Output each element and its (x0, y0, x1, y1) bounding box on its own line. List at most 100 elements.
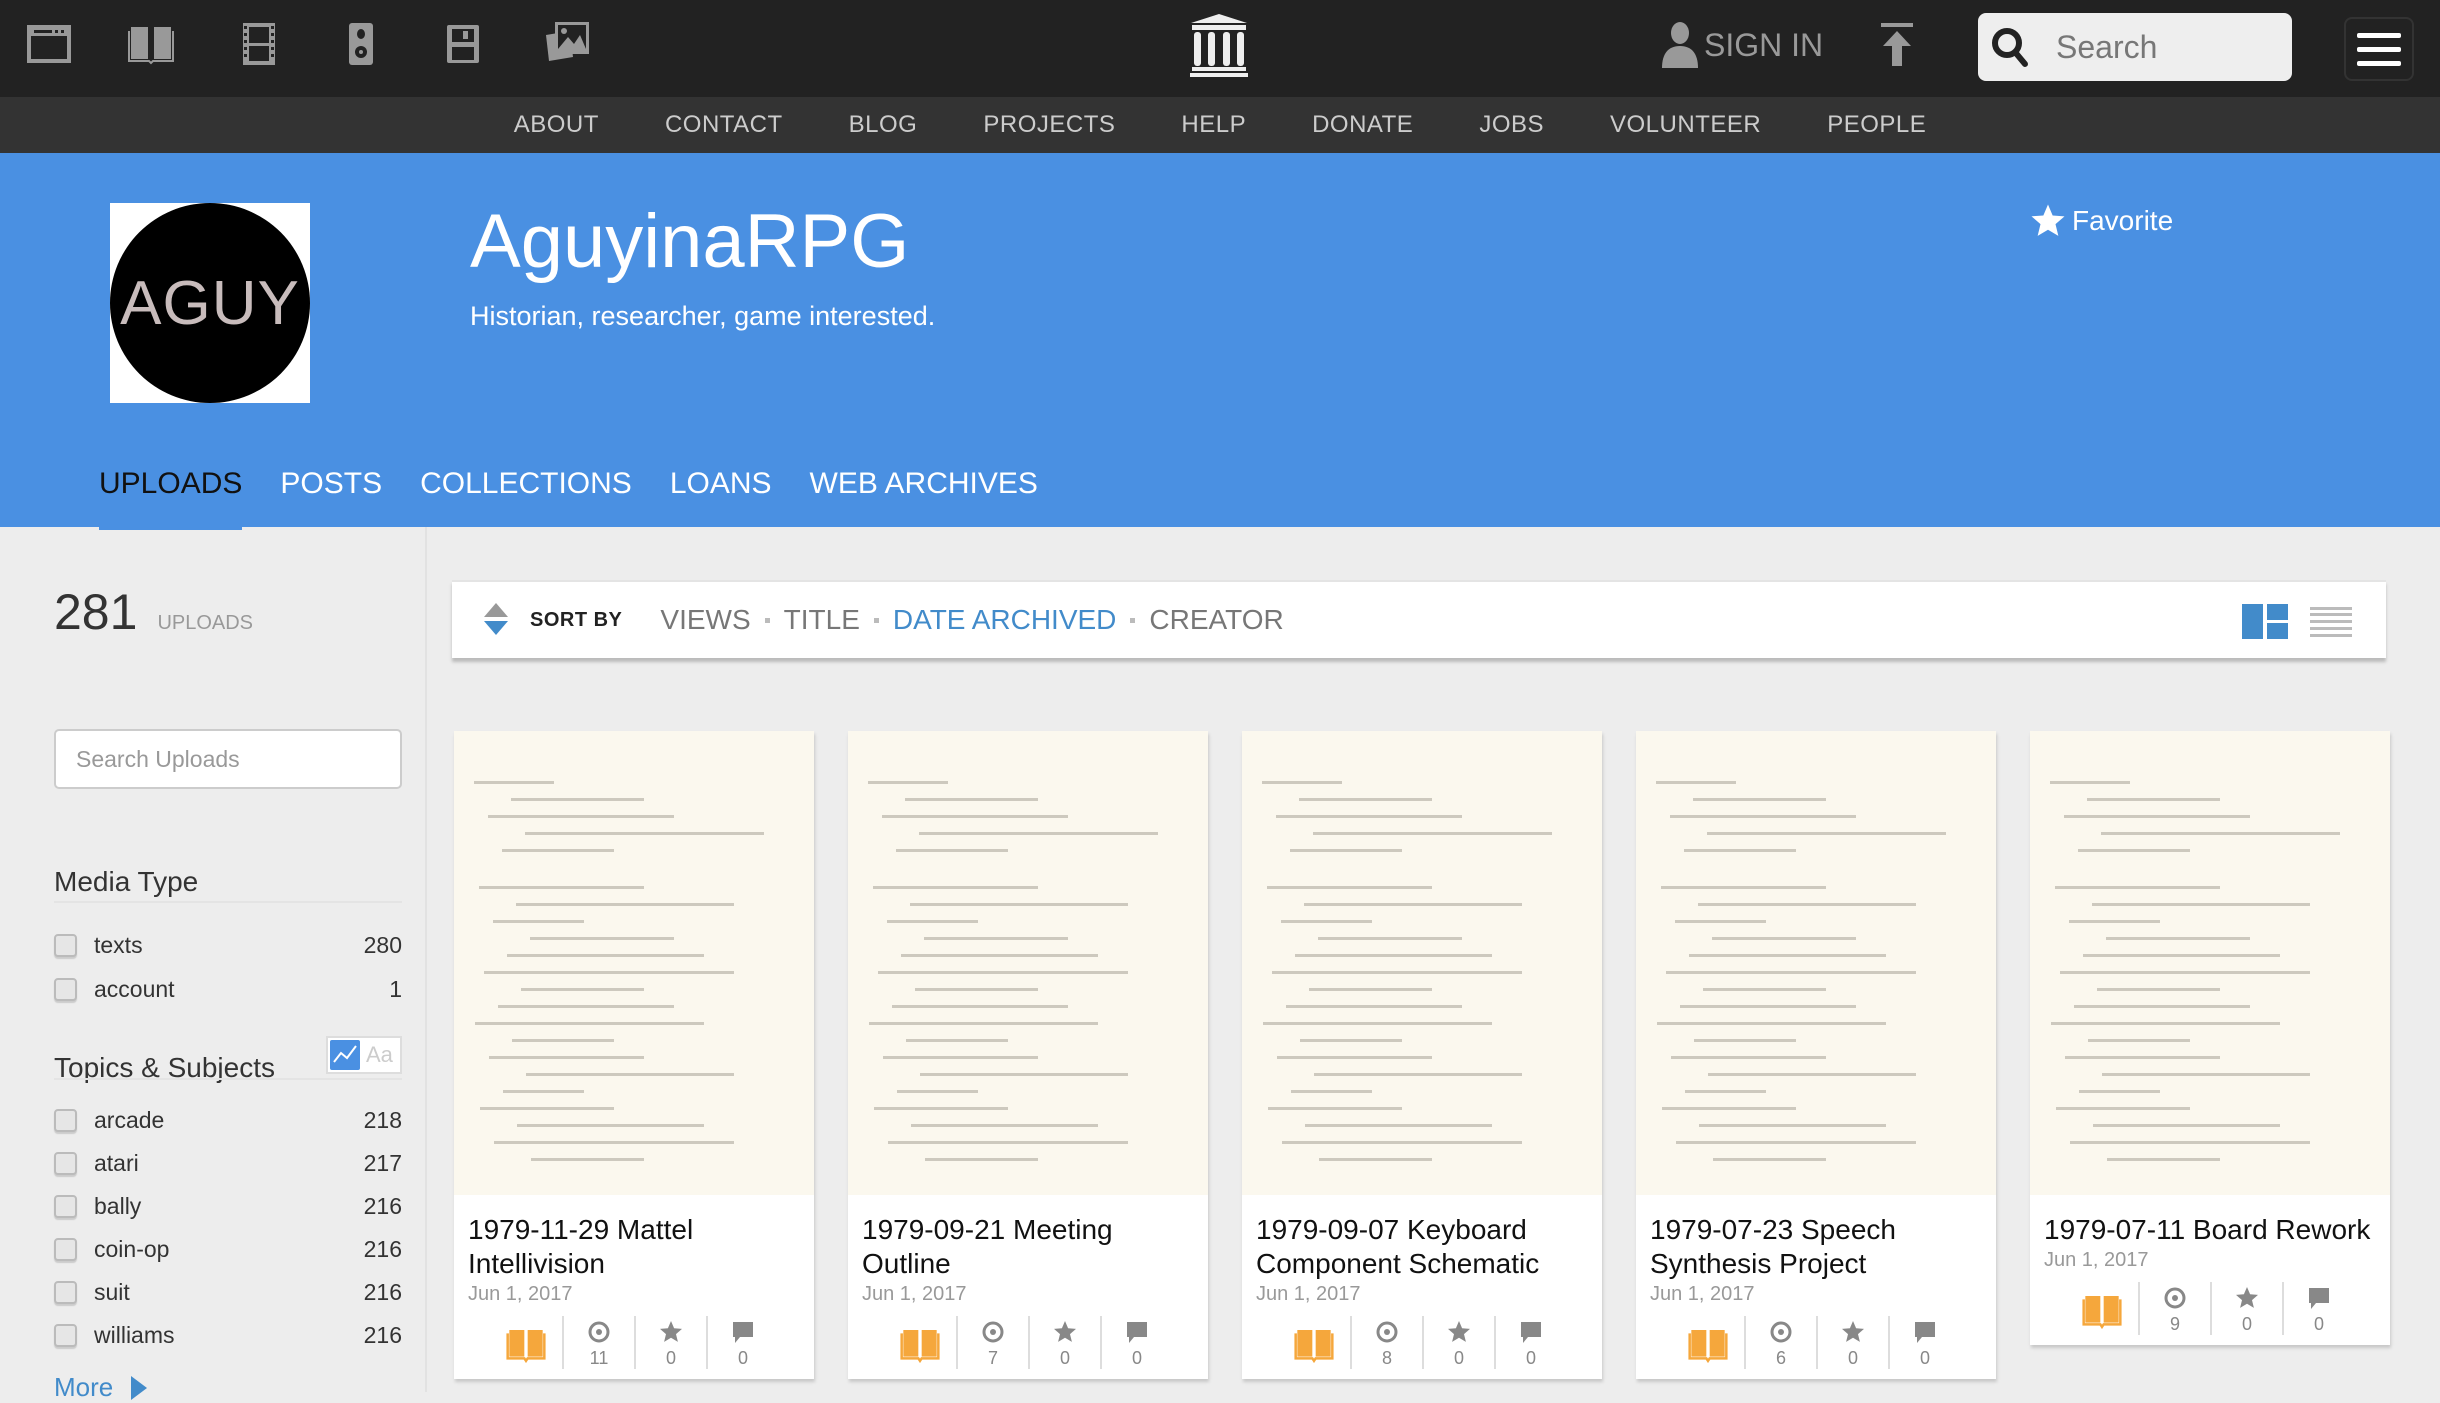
list-view-icon[interactable] (2310, 606, 2352, 637)
document-text-line (2055, 886, 2220, 889)
document-text-line (905, 798, 1038, 801)
hamburger-menu-icon[interactable] (2344, 17, 2414, 81)
sort-views[interactable]: VIEWS (660, 604, 750, 636)
document-text-line (920, 1073, 1128, 1076)
checkbox[interactable] (54, 933, 77, 957)
document-text-line (910, 903, 1128, 906)
archive-logo-icon[interactable] (1190, 14, 1248, 78)
document-text-line (1689, 954, 1886, 957)
site-search-input[interactable]: Search (1978, 13, 2292, 81)
document-text-line (2069, 920, 2160, 923)
star-icon (2236, 1287, 2258, 1308)
nav-help[interactable]: HELP (1181, 111, 1246, 139)
item-title[interactable]: 1979-07-11 Board Rework (2030, 1195, 2390, 1247)
divider (54, 1078, 402, 1080)
more-topics-link[interactable]: More (54, 1372, 148, 1403)
item-thumbnail[interactable] (454, 731, 814, 1195)
item-title[interactable]: 1979-09-21 Meeting Outline (848, 1195, 1208, 1281)
comment-icon (1127, 1322, 1147, 1343)
web-icon[interactable] (24, 18, 74, 68)
item-card[interactable]: 1979-07-11 Board Rework Jun 1, 2017 9 0 … (2030, 731, 2390, 1345)
tab-collections[interactable]: COLLECTIONS (401, 453, 651, 527)
comment-icon (1521, 1322, 1541, 1343)
item-date: Jun 1, 2017 (468, 1283, 573, 1305)
facet-bally[interactable]: bally 216 (54, 1188, 402, 1224)
facet-atari[interactable]: atari 217 (54, 1145, 402, 1181)
text-view-toggle[interactable]: Aa (366, 1042, 393, 1068)
item-thumbnail[interactable] (1636, 731, 1996, 1195)
sort-creator[interactable]: CREATOR (1149, 604, 1283, 636)
checkbox[interactable] (54, 1194, 77, 1218)
software-icon[interactable] (438, 18, 488, 68)
item-date: Jun 1, 2017 (1256, 1283, 1361, 1305)
checkbox[interactable] (54, 1108, 77, 1132)
document-text-line (882, 815, 1068, 818)
document-text-line (878, 971, 1128, 974)
facet-account[interactable]: account 1 (54, 971, 402, 1007)
document-text-line (1693, 798, 1826, 801)
sort-bar: SORT BY VIEWS TITLE DATE ARCHIVED CREATO… (452, 580, 2386, 658)
document-text-line (1295, 954, 1492, 957)
upload-icon[interactable] (1874, 22, 1920, 68)
item-card[interactable]: 1979-09-07 Keyboard Component Schematic J… (1242, 731, 1602, 1379)
sign-in-link[interactable]: SIGN IN (1660, 20, 1823, 70)
nav-projects[interactable]: PROJECTS (983, 111, 1115, 139)
document-text-line (1656, 781, 1736, 784)
nav-jobs[interactable]: JOBS (1479, 111, 1544, 139)
nav-blog[interactable]: BLOG (849, 111, 918, 139)
facet-texts[interactable]: texts 280 (54, 927, 402, 963)
facet-coin-op[interactable]: coin-op 216 (54, 1231, 402, 1267)
tab-loans[interactable]: LOANS (651, 453, 791, 527)
divider (54, 901, 402, 903)
checkbox[interactable] (54, 1151, 77, 1175)
facet-suit[interactable]: suit 216 (54, 1274, 402, 1310)
texts-icon (2082, 1295, 2122, 1329)
topics-view-toggle[interactable]: Aa (326, 1036, 402, 1074)
item-thumbnail[interactable] (2030, 731, 2390, 1195)
document-text-line (2078, 849, 2190, 852)
graph-icon[interactable] (330, 1040, 360, 1070)
checkbox[interactable] (54, 1323, 77, 1347)
item-title[interactable]: 1979-07-23 Speech Synthesis Project (1636, 1195, 1996, 1281)
item-card[interactable]: 1979-07-23 Speech Synthesis Project Jun 1… (1636, 731, 1996, 1379)
facet-count: 1 (389, 975, 402, 1002)
facet-williams[interactable]: williams 216 (54, 1317, 402, 1353)
nav-contact[interactable]: CONTACT (665, 111, 783, 139)
facet-count: 216 (363, 1192, 402, 1219)
item-thumbnail[interactable] (1242, 731, 1602, 1195)
profile-tagline: Historian, researcher, game interested. (470, 301, 936, 331)
video-icon[interactable] (234, 18, 284, 68)
item-title[interactable]: 1979-11-29 Mattel Intellivision (454, 1195, 814, 1281)
facet-label: suit (94, 1278, 130, 1305)
favorite-button[interactable]: Favorite (2030, 203, 2173, 239)
tab-web-archives[interactable]: WEB ARCHIVES (791, 453, 1057, 527)
nav-volunteer[interactable]: VOLUNTEER (1610, 111, 1761, 139)
sort-title[interactable]: TITLE (784, 604, 860, 636)
item-thumbnail[interactable] (848, 731, 1208, 1195)
nav-donate[interactable]: DONATE (1312, 111, 1413, 139)
sort-direction-icon[interactable] (484, 603, 508, 637)
audio-icon[interactable] (336, 18, 386, 68)
item-title[interactable]: 1979-09-07 Keyboard Component Schematic (1242, 1195, 1602, 1281)
item-card[interactable]: 1979-11-29 Mattel Intellivision Jun 1, 20… (454, 731, 814, 1379)
reviews-count: 0 (1919, 1348, 1930, 1368)
document-text-line (2064, 815, 2250, 818)
document-text-line (1670, 815, 1856, 818)
document-text-line (888, 1141, 1128, 1144)
nav-about[interactable]: ABOUT (514, 111, 599, 139)
nav-people[interactable]: PEOPLE (1827, 111, 1926, 139)
tab-uploads[interactable]: UPLOADS (80, 453, 261, 527)
item-card[interactable]: 1979-09-21 Meeting Outline Jun 1, 2017 7 … (848, 731, 1208, 1379)
tab-posts[interactable]: POSTS (261, 453, 401, 527)
checkbox[interactable] (54, 1237, 77, 1261)
facet-arcade[interactable]: arcade 218 (54, 1102, 402, 1138)
checkbox[interactable] (54, 1280, 77, 1304)
document-text-line (521, 988, 644, 991)
search-uploads-input[interactable] (54, 729, 402, 789)
favorites-count: 0 (665, 1348, 676, 1368)
tile-view-icon[interactable] (2242, 604, 2288, 639)
sort-date-archived[interactable]: DATE ARCHIVED (893, 604, 1117, 636)
images-icon[interactable] (542, 18, 592, 68)
checkbox[interactable] (54, 977, 77, 1001)
texts-icon[interactable] (126, 18, 176, 68)
